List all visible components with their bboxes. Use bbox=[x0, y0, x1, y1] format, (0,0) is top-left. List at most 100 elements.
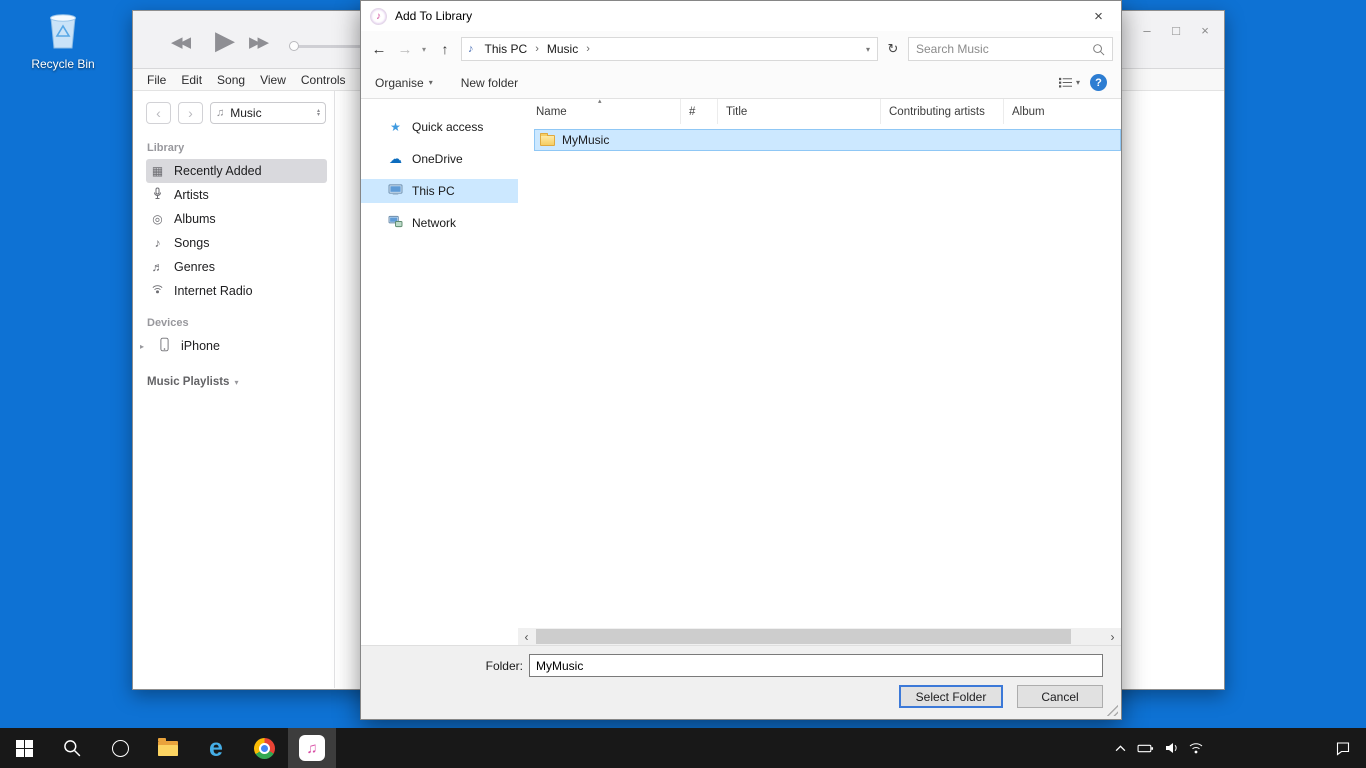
dialog-close-button[interactable]: × bbox=[1076, 1, 1121, 31]
scrollbar-thumb[interactable] bbox=[536, 629, 1071, 644]
column-header-album[interactable]: Album bbox=[1004, 99, 1121, 124]
maximize-button[interactable]: □ bbox=[1169, 23, 1183, 38]
cortana-button[interactable] bbox=[96, 728, 144, 768]
battery-tray-button[interactable] bbox=[1133, 728, 1158, 768]
sidebar-item-internet-radio[interactable]: Internet Radio bbox=[146, 279, 327, 303]
menu-edit[interactable]: Edit bbox=[181, 73, 202, 87]
menu-file[interactable]: File bbox=[147, 73, 166, 87]
expander-icon[interactable]: ▸ bbox=[140, 342, 148, 351]
cloud-icon: ☁ bbox=[388, 151, 403, 167]
sidebar-item-albums[interactable]: ◎ Albums bbox=[146, 207, 327, 231]
radio-broadcast-icon bbox=[150, 283, 165, 299]
search-box[interactable] bbox=[908, 37, 1113, 61]
tree-item-network[interactable]: Network bbox=[361, 211, 518, 235]
breadcrumb-music[interactable]: Music bbox=[540, 42, 585, 56]
forward-button[interactable]: → bbox=[393, 36, 417, 62]
dialog-navigation-bar: ← → ▾ ↑ ♪ This PC › Music › ▾ ↻ bbox=[361, 31, 1121, 67]
dialog-footer: Folder: Select Folder Cancel bbox=[361, 645, 1121, 719]
breadcrumb-separator-icon[interactable]: › bbox=[585, 43, 591, 55]
recent-locations-dropdown[interactable]: ▾ bbox=[417, 36, 431, 62]
sidebar-item-artists[interactable]: Artists bbox=[146, 183, 327, 207]
menu-song[interactable]: Song bbox=[217, 73, 245, 87]
album-icon: ◎ bbox=[150, 212, 165, 226]
column-header-number[interactable]: # bbox=[681, 99, 718, 124]
dialog-titlebar[interactable]: ♪ Add To Library × bbox=[361, 1, 1121, 31]
windows-logo-icon bbox=[16, 740, 33, 757]
search-input[interactable] bbox=[916, 42, 1092, 56]
address-bar[interactable]: ♪ This PC › Music › ▾ bbox=[461, 37, 878, 61]
change-view-button[interactable]: ▾ bbox=[1058, 76, 1080, 89]
start-button[interactable] bbox=[0, 728, 48, 768]
new-folder-button[interactable]: New folder bbox=[461, 76, 518, 90]
edge-button[interactable]: e bbox=[192, 728, 240, 768]
scroll-right-icon[interactable]: › bbox=[1104, 628, 1121, 645]
play-button[interactable]: ▶ bbox=[215, 25, 235, 56]
cortana-icon bbox=[112, 740, 129, 757]
sidebar-item-songs[interactable]: ♪ Songs bbox=[146, 231, 327, 255]
chrome-button[interactable] bbox=[240, 728, 288, 768]
chevron-down-icon: ▾ bbox=[234, 378, 238, 387]
organise-button[interactable]: Organise ▾ bbox=[375, 76, 433, 90]
itunes-taskbar-button[interactable]: ♫ bbox=[288, 728, 336, 768]
up-button[interactable]: ↑ bbox=[431, 36, 459, 62]
scrollbar-track[interactable] bbox=[535, 628, 1104, 645]
tree-item-quick-access[interactable]: ★ Quick access bbox=[361, 115, 518, 139]
file-row-mymusic[interactable]: MyMusic bbox=[534, 129, 1121, 151]
itunes-sidebar: ‹ › ♫ Music ▴▾ Library ▦ Recently Added bbox=[133, 91, 335, 688]
folder-input[interactable] bbox=[529, 654, 1103, 677]
recycle-bin-label: Recycle Bin bbox=[28, 57, 98, 71]
resize-grip[interactable] bbox=[1106, 704, 1118, 716]
recycle-bin-icon bbox=[43, 8, 83, 52]
network-tray-button[interactable] bbox=[1183, 728, 1208, 768]
taskbar-search-button[interactable] bbox=[48, 728, 96, 768]
file-list: Name ▴ # Title Contributing artists Albu… bbox=[518, 99, 1121, 645]
volume-knob[interactable] bbox=[289, 41, 299, 51]
chevron-down-icon: ▾ bbox=[429, 78, 433, 87]
dialog-command-bar: Organise ▾ New folder ▾ ? bbox=[361, 67, 1121, 99]
media-picker[interactable]: ♫ Music ▴▾ bbox=[210, 102, 326, 124]
menu-controls[interactable]: Controls bbox=[301, 73, 346, 87]
itunes-icon: ♫ bbox=[299, 735, 325, 761]
sidebar-item-recently-added[interactable]: ▦ Recently Added bbox=[146, 159, 327, 183]
breadcrumb-this-pc[interactable]: This PC bbox=[478, 42, 535, 56]
action-center-button[interactable] bbox=[1320, 728, 1366, 768]
select-folder-button[interactable]: Select Folder bbox=[899, 685, 1003, 708]
column-header-title[interactable]: Title bbox=[718, 99, 881, 124]
chrome-icon bbox=[254, 738, 275, 759]
itunes-app-icon: ♪ bbox=[370, 8, 387, 25]
fast-forward-button[interactable]: ▶▶ bbox=[249, 33, 266, 51]
file-explorer-icon bbox=[158, 741, 178, 756]
file-explorer-button[interactable] bbox=[144, 728, 192, 768]
volume-tray-button[interactable] bbox=[1158, 728, 1183, 768]
refresh-button[interactable]: ↻ bbox=[880, 36, 906, 62]
tray-spacer bbox=[1208, 728, 1320, 768]
horizontal-scrollbar[interactable]: ‹ › bbox=[518, 628, 1121, 645]
library-header: Library bbox=[147, 142, 334, 154]
help-button[interactable]: ? bbox=[1090, 74, 1107, 91]
sidebar-item-iphone[interactable]: ▸ iPhone bbox=[146, 334, 327, 358]
rewind-button[interactable]: ◀◀ bbox=[171, 33, 188, 51]
tree-item-this-pc[interactable]: This PC bbox=[361, 179, 518, 203]
column-header-contributing-artists[interactable]: Contributing artists bbox=[881, 99, 1004, 124]
list-view-icon bbox=[1058, 76, 1073, 89]
column-header-name[interactable]: Name ▴ bbox=[518, 99, 681, 124]
cancel-button[interactable]: Cancel bbox=[1017, 685, 1103, 708]
close-button[interactable]: × bbox=[1198, 23, 1212, 38]
show-hidden-icons-button[interactable] bbox=[1108, 728, 1133, 768]
tree-item-onedrive[interactable]: ☁ OneDrive bbox=[361, 147, 518, 171]
genre-icon: ♬ bbox=[150, 260, 165, 274]
microphone-icon bbox=[150, 187, 165, 203]
address-dropdown-icon[interactable]: ▾ bbox=[859, 45, 877, 54]
menu-view[interactable]: View bbox=[260, 73, 286, 87]
scroll-left-icon[interactable]: ‹ bbox=[518, 628, 535, 645]
volume-slider[interactable] bbox=[291, 45, 361, 48]
action-center-icon bbox=[1335, 740, 1351, 756]
back-button[interactable]: ← bbox=[365, 36, 393, 62]
music-playlists-header[interactable]: Music Playlists ▾ bbox=[147, 376, 334, 388]
minimize-button[interactable]: – bbox=[1140, 23, 1154, 38]
wifi-icon bbox=[1188, 741, 1204, 755]
sidebar-back-button[interactable]: ‹ bbox=[146, 102, 171, 124]
sidebar-forward-button[interactable]: › bbox=[178, 102, 203, 124]
sidebar-item-genres[interactable]: ♬ Genres bbox=[146, 255, 327, 279]
recycle-bin[interactable]: Recycle Bin bbox=[28, 8, 98, 71]
